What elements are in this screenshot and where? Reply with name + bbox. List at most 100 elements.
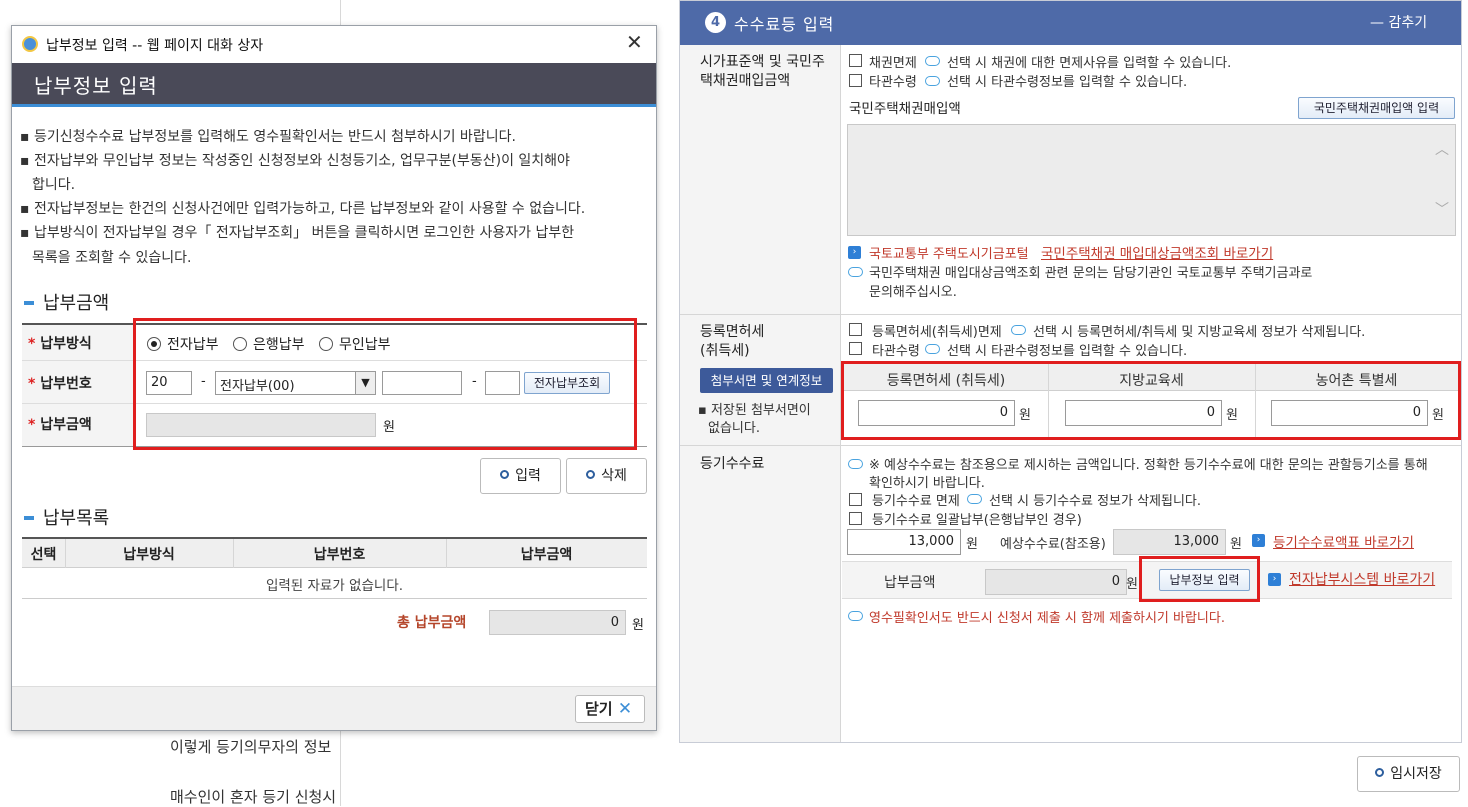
dot-icon [500,470,510,479]
dialog-header: 납부정보 입력 [12,63,656,107]
expected-fee-value: 13,000 [1113,529,1226,555]
pay-number-middle[interactable] [382,371,462,395]
housing-bond-input-button[interactable]: 국민주택채권매입액 입력 [1298,97,1455,119]
payment-info-dialog: 납부정보 입력 -- 웹 페이지 대화 상자 ✕ 납부정보 입력 ▪ 등기신청수… [11,25,657,731]
dash-separator: - [472,374,477,389]
pay-number-prefix[interactable]: 20 [146,371,192,395]
arrow-icon [848,611,863,621]
dialog-window-title: 납부정보 입력 -- 웹 페이지 대화 상자 [46,38,264,54]
add-payment-button[interactable]: 입력 [480,458,561,494]
payment-amount-value: 0 [985,569,1127,595]
method-label: * 납부방식 [28,336,92,352]
radio-electronic-label: 전자납부 [167,337,219,353]
grid-line [65,539,66,568]
reg-tax-other-desc: 선택 시 타관수령정보를 입력할 수 있습니다. [947,344,1188,359]
arrow-icon [925,56,940,66]
radio-kiosk[interactable] [319,337,333,351]
col-select: 선택 [30,547,57,563]
arrow-icon [925,344,940,354]
pay-number-suffix[interactable] [485,371,520,395]
pay-number-select[interactable]: 전자납부(00) ▼ [215,371,376,395]
won-unit: 원 [383,420,395,435]
payment-amount-section-title: 납부금액 [43,293,110,314]
fee-exempt-checkbox[interactable] [849,493,862,506]
expected-fee-label: 예상수수료(참조용) [1000,537,1106,552]
fee-exempt-desc: 선택 시 등기수수료 정보가 삭제됩니다. [989,494,1202,509]
bullet-4: ▪ 납부방식이 전자납부일 경우「 전자납부조회」 버튼을 클릭하시면 로그인한… [20,225,575,241]
radio-electronic[interactable] [147,337,161,351]
background-text-line2: 매수인이 혼자 등기 신청시 [170,788,337,806]
dialog-header-title: 납부정보 입력 [34,74,158,98]
reg-tax-input[interactable]: 0 [858,400,1015,426]
close-icon[interactable]: ✕ [626,30,643,54]
epay-system-link[interactable]: 전자납부시스템 바로가기 [1289,569,1435,589]
reg-tax-other-label: 타관수령 [872,344,920,359]
arrow-icon [967,494,982,504]
section-divider [680,445,1461,446]
receipt-note: 영수필확인서도 반드시 신청서 제출 시 함께 제출하시기 바랍니다. [869,611,1225,626]
bond-exempt-checkbox[interactable] [849,54,862,67]
grid-line [233,539,234,568]
reg-tax-exempt-checkbox[interactable] [849,323,862,336]
fee-exempt-label: 등기수수료 면제 [872,494,960,509]
tax-header-rural: 농어촌 특별세 [1315,373,1398,389]
radio-bank[interactable] [233,337,247,351]
add-payment-label: 입력 [515,468,541,484]
chevron-down-icon[interactable]: ▼ [355,372,375,394]
bullet-1: ▪ 등기신청수수료 납부정보를 입력해도 영수필확인서는 반드시 첨부하시기 바… [20,129,516,145]
electronic-lookup-button[interactable]: 전자납부조회 [524,372,610,394]
tax-header-reg: 등록면허세 (취득세) [886,373,1006,389]
arrow-icon [848,267,863,277]
bond-lookup-link[interactable]: 국민주택채권 매입대상금액조회 바로가기 [1041,242,1273,262]
other-office-label: 타관수령 [869,75,917,90]
grid-line [1048,364,1049,437]
link-arrow-icon: › [1252,534,1265,547]
dialog-titlebar: 납부정보 입력 -- 웹 페이지 대화 상자 ✕ [12,26,656,63]
number-label: * 납부번호 [28,376,92,392]
bond-exempt-desc: 선택 시 채권에 대한 면제사유를 입력할 수 있습니다. [947,56,1232,71]
bulk-pay-checkbox[interactable] [849,512,862,525]
housing-bond-textarea[interactable]: ︿ ﹀ [847,124,1456,236]
saved-attachment-note1: ▪ 저장된 첨부서면이 [698,403,811,418]
grid-line [1255,364,1256,437]
reg-tax-exempt-desc: 선택 시 등록면허세/취득세 및 지방교육세 정보가 삭제됩니다. [1033,325,1366,340]
pay-amount-field [146,413,376,437]
bullet-2-cont: 합니다. [32,177,76,193]
tax-table-highlight: 등록면허세 (취득세) 지방교육세 농어촌 특별세 0 원 0 원 0 원 [841,361,1461,440]
collapse-button[interactable]: — 감추기 [1370,12,1427,32]
scroll-down-icon[interactable]: ﹀ [1435,199,1449,219]
saved-attachment-note2: 없습니다. [708,421,760,436]
reg-tax-other-checkbox[interactable] [849,342,862,355]
molit-portal-label: 국토교통부 주택도시기금포털 [869,247,1029,262]
radio-bank-label: 은행납부 [253,337,305,353]
arrow-icon [925,76,940,86]
other-office-desc: 선택 시 타관수령정보를 입력할 수 있습니다. [947,75,1188,90]
col-method: 납부방식 [123,547,175,563]
fee-note-line1: ※ 예상수수료는 참조용으로 제시하는 금액입니다. 정확한 등기수수료에 대한… [869,458,1428,473]
total-amount-label: 총 납부금액 [397,615,467,631]
radio-kiosk-label: 무인납부 [339,337,391,353]
section-label-reg-tax: 등록면허세 [700,324,765,340]
bullet-4-cont: 목록을 조회할 수 있습니다. [32,250,192,266]
panel-header: 4 수수료등 입력 — 감추기 [680,1,1461,45]
rural-tax-input[interactable]: 0 [1271,400,1428,426]
other-office-checkbox[interactable] [849,74,862,87]
won-unit: 원 [1019,408,1031,423]
step-number-badge: 4 [705,12,726,33]
fee-table-link[interactable]: 등기수수료액표 바로가기 [1273,531,1414,551]
fee-amount-input[interactable]: 13,000 [847,529,961,555]
fee-note-line2: 확인하시기 바랍니다. [869,476,985,491]
scroll-up-icon[interactable]: ︿ [1435,139,1449,159]
arrow-icon [848,459,863,469]
close-button[interactable]: 닫기 ✕ [575,695,645,723]
won-unit: 원 [1226,408,1238,423]
attachment-button[interactable]: 첨부서면 및 연계정보 [700,368,833,393]
edu-tax-input[interactable]: 0 [1065,400,1222,426]
temp-save-button[interactable]: 임시저장 [1357,756,1460,792]
dot-icon [586,470,596,479]
arrow-icon [1011,325,1026,335]
delete-payment-button[interactable]: 삭제 [566,458,647,494]
amount-label: * 납부금액 [28,417,92,433]
payment-info-input-button[interactable]: 납부정보 입력 [1159,569,1250,591]
section-label-standard-price: 시가표준액 및 국민주택채권매입금액 [700,54,825,89]
